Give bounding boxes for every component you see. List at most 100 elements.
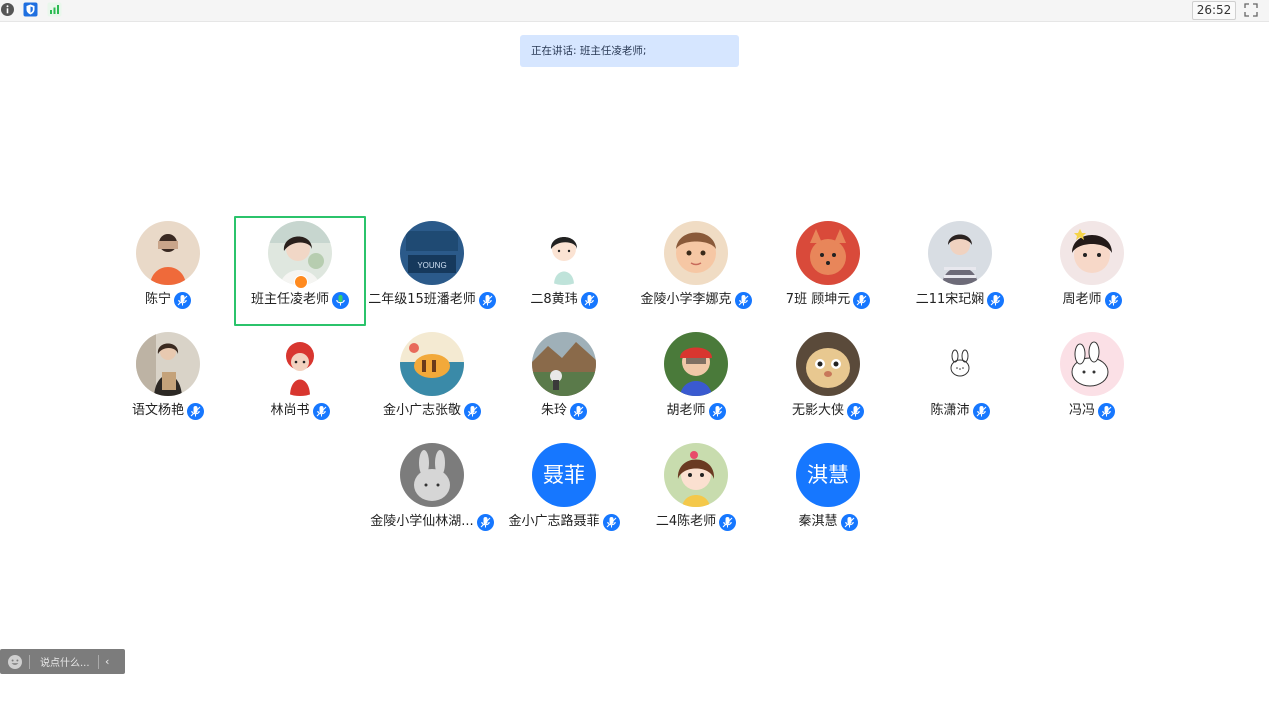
mic-muted-icon[interactable] (847, 402, 864, 420)
participant-name-row: 秦淇慧 (762, 512, 894, 532)
participant-tile[interactable]: 金陵小学仙林湖... (366, 438, 498, 548)
shield-icon[interactable] (23, 2, 38, 17)
avatar: 淇慧 (796, 443, 860, 507)
avatar (796, 332, 860, 396)
participant-tile[interactable]: 胡老师 (630, 327, 762, 437)
info-icon[interactable] (0, 2, 15, 17)
participant-tile[interactable]: 7班 顾坤元 (762, 216, 894, 326)
mic-muted-icon[interactable] (987, 291, 1005, 309)
participant-name: 金小广志路聂菲 (508, 514, 600, 529)
mic-muted-icon[interactable] (602, 513, 620, 531)
participant-tile[interactable]: 无影大侠 (762, 327, 894, 437)
avatar (1060, 332, 1124, 396)
participant-name: 陈潇沛 (930, 403, 970, 418)
avatar (928, 221, 992, 285)
participant-name-row: 金陵小学仙林湖... (366, 512, 498, 532)
mic-muted-icon[interactable] (1104, 291, 1122, 309)
participant-tile[interactable]: 聂菲 金小广志路聂菲 (498, 438, 630, 548)
participant-name-row: 朱玲 (498, 401, 630, 421)
divider (98, 654, 99, 669)
meeting-timer: 26:52 (1192, 1, 1236, 20)
svg-text:YOUNG: YOUNG (417, 261, 446, 270)
mic-muted-icon[interactable] (570, 402, 587, 420)
participant-name-row: 胡老师 (630, 401, 762, 421)
participant-name: 朱玲 (540, 403, 567, 418)
participant-tile[interactable]: 朱玲 (498, 327, 630, 437)
participant-name-row: 金小广志路聂菲 (498, 512, 630, 532)
participant-name: 金小广志张敬 (382, 403, 461, 418)
participant-tile[interactable]: 周老师 (1026, 216, 1158, 326)
participant-tile[interactable]: 淇慧 秦淇慧 (762, 438, 894, 548)
participant-tile[interactable]: 班主任凌老师 (234, 216, 366, 326)
avatar (532, 221, 596, 285)
participant-name: 无影大侠 (791, 403, 844, 418)
mic-muted-icon[interactable] (734, 291, 752, 309)
mic-muted-icon[interactable] (174, 291, 191, 309)
mic-muted-icon[interactable] (853, 291, 871, 309)
avatar (796, 221, 860, 285)
chat-input[interactable]: 说点什么... (40, 654, 90, 669)
participant-name-row: 二年级15班潘老师 (366, 290, 498, 310)
signal-icon[interactable] (47, 2, 62, 17)
chat-bar[interactable]: 说点什么... ‹ (0, 649, 125, 674)
participant-name: 周老师 (1062, 292, 1102, 307)
emoji-icon[interactable] (7, 654, 23, 670)
avatar (532, 332, 596, 396)
participant-name: 二年级15班潘老师 (368, 292, 476, 307)
participant-name-row: 周老师 (1026, 290, 1158, 310)
participant-tile[interactable]: YOUNG 二年级15班潘老师 (366, 216, 498, 326)
participant-tile[interactable]: 冯冯 (1026, 327, 1158, 437)
fullscreen-icon[interactable] (1243, 2, 1259, 18)
mic-muted-icon[interactable] (464, 402, 481, 420)
mic-muted-icon[interactable] (1098, 402, 1115, 420)
participant-tile[interactable]: 金小广志张敬 (366, 327, 498, 437)
avatar (400, 443, 464, 507)
mic-muted-icon[interactable] (187, 402, 204, 420)
avatar (268, 332, 332, 396)
participant-name-row: 金陵小学李娜克 (630, 290, 762, 310)
mic-muted-icon[interactable] (580, 291, 598, 309)
avatar (664, 221, 728, 285)
participant-tile[interactable]: 陈宁 (102, 216, 234, 326)
participant-name: 二8黄玮 (530, 292, 578, 307)
participant-tile[interactable]: 林尚书 (234, 327, 366, 437)
participant-name: 二11宋玘娴 (915, 292, 985, 307)
participant-name-row: 语文杨艳 (102, 401, 234, 421)
mic-muted-icon[interactable] (719, 513, 737, 531)
mic-on-icon[interactable] (332, 291, 349, 309)
participant-name: 语文杨艳 (131, 403, 184, 418)
participant-tile[interactable]: 陈潇沛 (894, 327, 1026, 437)
participant-name-row: 二11宋玘娴 (894, 290, 1026, 310)
collapse-icon[interactable]: ‹ (105, 655, 109, 668)
participant-tile[interactable]: 金陵小学李娜克 (630, 216, 762, 326)
participant-name: 林尚书 (270, 403, 310, 418)
participant-tile[interactable]: 二11宋玘娴 (894, 216, 1026, 326)
participant-name-row: 班主任凌老师 (236, 290, 364, 310)
participant-name-row: 冯冯 (1026, 401, 1158, 421)
mic-muted-icon[interactable] (476, 513, 494, 531)
mic-muted-icon[interactable] (478, 291, 496, 309)
avatar: YOUNG (400, 221, 464, 285)
participant-name: 班主任凌老师 (250, 292, 329, 307)
avatar (136, 221, 200, 285)
participant-tile[interactable]: 二4陈老师 (630, 438, 762, 548)
mic-muted-icon[interactable] (840, 513, 858, 531)
avatar (664, 332, 728, 396)
divider (29, 654, 30, 669)
participant-name: 二4陈老师 (655, 514, 717, 529)
avatar (400, 332, 464, 396)
participant-tile[interactable]: 二8黄玮 (498, 216, 630, 326)
participant-name-row: 二8黄玮 (498, 290, 630, 310)
participant-name-row: 无影大侠 (762, 401, 894, 421)
avatar (136, 332, 200, 396)
participant-name-row: 7班 顾坤元 (762, 290, 894, 310)
avatar (1060, 221, 1124, 285)
mic-muted-icon[interactable] (708, 402, 726, 420)
avatar (928, 332, 992, 396)
mic-muted-icon[interactable] (312, 402, 330, 420)
participant-name: 金陵小学李娜克 (640, 292, 732, 307)
participant-tile[interactable]: 语文杨艳 (102, 327, 234, 437)
mic-muted-icon[interactable] (972, 402, 990, 420)
participant-name: 胡老师 (666, 403, 706, 418)
participant-name: 冯冯 (1068, 403, 1095, 418)
